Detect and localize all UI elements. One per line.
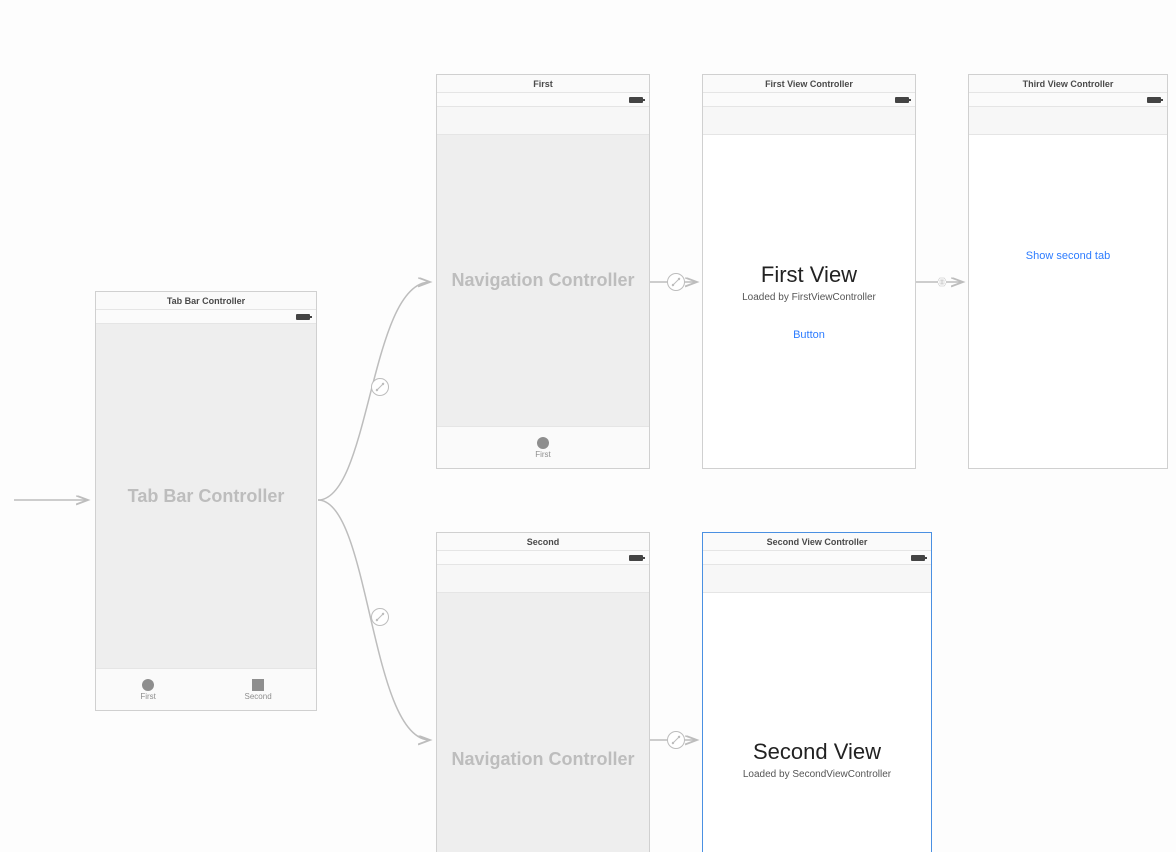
segue-badge-show[interactable] [932,272,952,292]
status-bar [703,551,931,565]
circle-icon [537,437,549,449]
view-heading: First View [761,262,857,288]
segue-badge-root[interactable] [667,731,685,749]
placeholder-label: Navigation Controller [451,749,634,770]
scene-tab-bar-controller[interactable]: Tab Bar Controller Tab Bar Controller Fi… [95,291,317,711]
status-bar [969,93,1167,107]
circle-icon [142,679,154,691]
segue-badge-relationship[interactable] [371,608,389,626]
segue-badge-relationship[interactable] [371,378,389,396]
battery-icon [296,314,310,320]
scene-title: First [437,75,649,93]
status-bar [437,551,649,565]
tab-item-second[interactable]: Second [245,679,272,701]
button[interactable]: Button [793,329,825,341]
segue-badge-root[interactable] [667,273,685,291]
scene-title: Tab Bar Controller [96,292,316,310]
navigation-bar [969,107,1167,135]
tab-bar: First Second [96,668,316,710]
show-second-tab-button[interactable]: Show second tab [1026,250,1110,262]
navigation-bar [437,565,649,593]
scene-body: Navigation Controller [437,135,649,426]
square-icon [252,679,264,691]
navigation-bar [703,565,931,593]
scene-body: Show second tab [969,135,1167,468]
view-subtitle: Loaded by FirstViewController [742,292,876,303]
scene-title: First View Controller [703,75,915,93]
view-subtitle: Loaded by SecondViewController [743,769,891,780]
placeholder-label: Navigation Controller [451,270,634,291]
scene-body: Tab Bar Controller [96,324,316,668]
status-bar [437,93,649,107]
battery-icon [629,555,643,561]
battery-icon [629,97,643,103]
tab-item-first[interactable]: First [535,437,551,459]
scene-second-view-controller[interactable]: Second View Controller Second View Loade… [702,532,932,852]
scene-title: Second [437,533,649,551]
scene-body: Second View Loaded by SecondViewControll… [703,593,931,852]
status-bar [703,93,915,107]
scene-body: First View Loaded by FirstViewController… [703,135,915,468]
scene-third-view-controller[interactable]: Third View Controller Show second tab [968,74,1168,469]
status-bar [96,310,316,324]
battery-icon [895,97,909,103]
tab-label: First [535,450,551,459]
navigation-bar [703,107,915,135]
scene-title: Second View Controller [703,533,931,551]
battery-icon [911,555,925,561]
tab-label: First [140,692,156,701]
scene-title: Third View Controller [969,75,1167,93]
scene-nav-controller-second[interactable]: Second Navigation Controller [436,532,650,852]
scene-nav-controller-first[interactable]: First Navigation Controller First [436,74,650,469]
scene-body: Navigation Controller [437,593,649,852]
view-heading: Second View [753,739,881,765]
navigation-bar [437,107,649,135]
battery-icon [1147,97,1161,103]
tab-item-first[interactable]: First [140,679,156,701]
tab-label: Second [245,692,272,701]
placeholder-label: Tab Bar Controller [128,486,285,507]
scene-first-view-controller[interactable]: First View Controller First View Loaded … [702,74,916,469]
tab-bar: First [437,426,649,468]
